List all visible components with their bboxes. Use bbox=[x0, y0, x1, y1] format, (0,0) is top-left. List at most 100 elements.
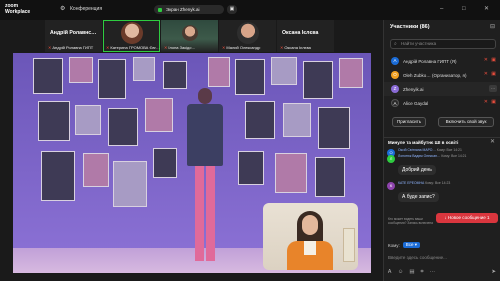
chat-visibility-notice[interactable]: Кто может видеть ваши сообщения? Запись … bbox=[388, 217, 436, 225]
recipient-label: Кому: bbox=[388, 242, 400, 248]
message-meta: Оксій Світлана МАРО… Кому: Все 14:21 bbox=[398, 148, 498, 152]
wall-photo bbox=[283, 103, 311, 137]
avatar: A bbox=[391, 99, 399, 107]
wall-photo bbox=[235, 59, 265, 95]
presenter-head bbox=[198, 88, 212, 104]
wall-photo bbox=[153, 148, 177, 178]
participant-row[interactable]: A Alice Gaydal ✕ ▣ bbox=[384, 96, 500, 110]
wall-photo bbox=[245, 101, 275, 139]
participant-tile[interactable]: Оксана Ієлєва ✕Оксана Ієлєва bbox=[277, 20, 334, 52]
wall-photo bbox=[208, 57, 230, 87]
recipient-select[interactable]: Все ▾ bbox=[402, 242, 421, 248]
logo-line2: Workplace bbox=[5, 9, 31, 15]
search-icon: ⌕ bbox=[394, 41, 397, 47]
speaker-shirt bbox=[304, 241, 316, 255]
participant-name: ✕Катерина ГРОМОВА Євг… bbox=[106, 45, 160, 50]
wall-photo bbox=[271, 57, 297, 85]
format-icon[interactable]: Ꭺ bbox=[388, 269, 392, 276]
wall-photo bbox=[163, 61, 187, 89]
chat-messages: О Оксій Світлана МАРО… Кому: Все 14:21 Л… bbox=[384, 148, 500, 205]
zoom-window: zoom Workplace ⚙ Конференция Экран Zheny… bbox=[0, 0, 500, 281]
muted-icons: ✕ ▣ bbox=[483, 57, 497, 63]
background-shelf bbox=[343, 228, 355, 262]
wall-photo bbox=[33, 58, 63, 94]
wall-photo bbox=[108, 108, 138, 146]
participant-video bbox=[121, 22, 143, 44]
participant-tile[interactable]: ✕Малий Олександр bbox=[219, 20, 276, 52]
participant-name-text: Андрій Ролавна ГИПТ bbox=[52, 45, 94, 50]
chat-message: Л Лопотюк Вадим Олексан… Кому: Все 14:21… bbox=[384, 154, 500, 176]
wall-photo bbox=[69, 57, 93, 83]
maximize-button[interactable]: □ bbox=[462, 6, 466, 12]
unmute-self-button[interactable]: Включить свой звук bbox=[438, 117, 494, 127]
participant-search-input[interactable]: ⌕ Найти участника bbox=[390, 39, 496, 49]
message-sender: Оксій Світлана МАРО… bbox=[398, 148, 436, 152]
wall-photo bbox=[275, 153, 307, 193]
more-icon[interactable]: ··· bbox=[430, 269, 436, 276]
chat-input-placeholder: Введите здесь сообщение... bbox=[388, 255, 447, 260]
chat-toolbar: Ꭺ ☺ ▤ ⌗ ··· ➤ bbox=[388, 269, 496, 276]
participant-list: А Андрій Ролавна ГИПТ (Я) ✕ ▣ О Oleh Zub… bbox=[384, 54, 500, 110]
participant-name: ✕Оксана Ієлєва bbox=[280, 45, 334, 50]
message-time: Кому: Все 14:21 bbox=[436, 148, 462, 152]
avatar: Л bbox=[387, 155, 395, 163]
avatar: А bbox=[391, 57, 399, 65]
close-window-button[interactable]: ✕ bbox=[484, 6, 489, 12]
participant-name: ✕Малий Олександр bbox=[222, 45, 276, 50]
participant-row[interactable]: О Oleh Zubko… (Организатор, я) ✕ ▣ bbox=[384, 68, 500, 82]
chat-message: К КАТЕ ЕРЕОМНА Кому: Все 14:23 А буде за… bbox=[384, 181, 500, 203]
muted-icons: ✕ ▣ bbox=[483, 99, 497, 105]
screen-share-indicator[interactable]: Экран Zhenyk.ai bbox=[154, 5, 224, 14]
mic-muted-icon: ✕ bbox=[164, 45, 168, 50]
wall-photo bbox=[113, 161, 147, 207]
message-time: Кому: Все 14:21 bbox=[441, 154, 467, 158]
participants-header: Участники (86) bbox=[384, 20, 500, 34]
message-text: Добрий день bbox=[398, 165, 436, 175]
message-time: Кому: Все 14:23 bbox=[425, 181, 451, 185]
message-sender: Лопотюк Вадим Олексан… bbox=[398, 154, 441, 158]
participant-big-name: Оксана Ієлєва bbox=[282, 30, 319, 36]
new-message-button[interactable]: ↓ Новое сообщение 1 bbox=[436, 213, 498, 223]
top-bar: zoom Workplace ⚙ Конференция Экран Zheny… bbox=[0, 0, 500, 20]
presenter-figure bbox=[185, 88, 225, 263]
message-text: А буде запис? bbox=[398, 192, 439, 202]
participants-title: Участники (86) bbox=[390, 24, 430, 30]
participant-tile-active[interactable]: ✕Катерина ГРОМОВА Євг… bbox=[103, 20, 160, 52]
close-participants-icon[interactable]: ⊟ bbox=[490, 23, 495, 30]
close-chat-icon[interactable]: ✕ bbox=[490, 138, 495, 145]
more-options-button[interactable]: ··· bbox=[489, 85, 497, 92]
avatar: К bbox=[387, 182, 395, 190]
participant-row[interactable]: А Андрій Ролавна ГИПТ (Я) ✕ ▣ bbox=[384, 54, 500, 68]
file-icon[interactable]: ▤ bbox=[409, 269, 414, 276]
zoom-logo: zoom Workplace bbox=[5, 3, 35, 15]
participant-row[interactable]: Z Zhenyik.ai ··· bbox=[384, 82, 500, 96]
mic-muted-icon: ✕ bbox=[222, 45, 226, 50]
wall-photo bbox=[238, 151, 264, 185]
participant-name-text: Катерина ГРОМОВА Євг… bbox=[110, 45, 160, 50]
participant-name-text: Оксана Ієлєва bbox=[284, 45, 311, 50]
screenshot-icon[interactable]: ⌗ bbox=[421, 269, 424, 276]
chat-message: О Оксій Світлана МАРО… Кому: Все 14:21 bbox=[384, 148, 500, 157]
message-meta: Лопотюк Вадим Олексан… Кому: Все 14:21 bbox=[398, 154, 498, 158]
participant-face bbox=[182, 25, 198, 41]
shared-screen bbox=[13, 53, 371, 273]
camera-view-button[interactable]: ▣ bbox=[227, 5, 237, 14]
self-view-video[interactable] bbox=[263, 203, 358, 270]
conference-label: Конференция bbox=[70, 6, 103, 12]
wall-photo bbox=[303, 61, 333, 99]
participant-name-text: Ілона Закідо… bbox=[168, 45, 196, 50]
chat-input[interactable]: Введите здесь сообщение... bbox=[388, 253, 496, 263]
chat-title: Минуле та майбутнє ШІ в освіті bbox=[388, 140, 459, 145]
avatar: Z bbox=[391, 85, 399, 93]
wall-photo bbox=[318, 107, 350, 149]
conference-menu[interactable]: ⚙ Конференция bbox=[60, 6, 102, 12]
minimize-button[interactable]: – bbox=[440, 6, 443, 12]
presenter-legs bbox=[195, 166, 215, 261]
participant-tile[interactable]: ✕Ілона Закідо… bbox=[161, 20, 218, 52]
participant-tile[interactable]: Андрій Ролавнс… ✕Андрій Ролавна ГИПТ bbox=[45, 20, 102, 52]
participant-strip: Андрій Ролавнс… ✕Андрій Ролавна ГИПТ ✕Ка… bbox=[45, 20, 335, 52]
send-icon[interactable]: ➤ bbox=[491, 269, 496, 276]
invite-button[interactable]: Пригласить bbox=[392, 117, 426, 127]
emoji-icon[interactable]: ☺ bbox=[398, 269, 404, 276]
message-sender: КАТЕ ЕРЕОМНА bbox=[398, 181, 425, 185]
